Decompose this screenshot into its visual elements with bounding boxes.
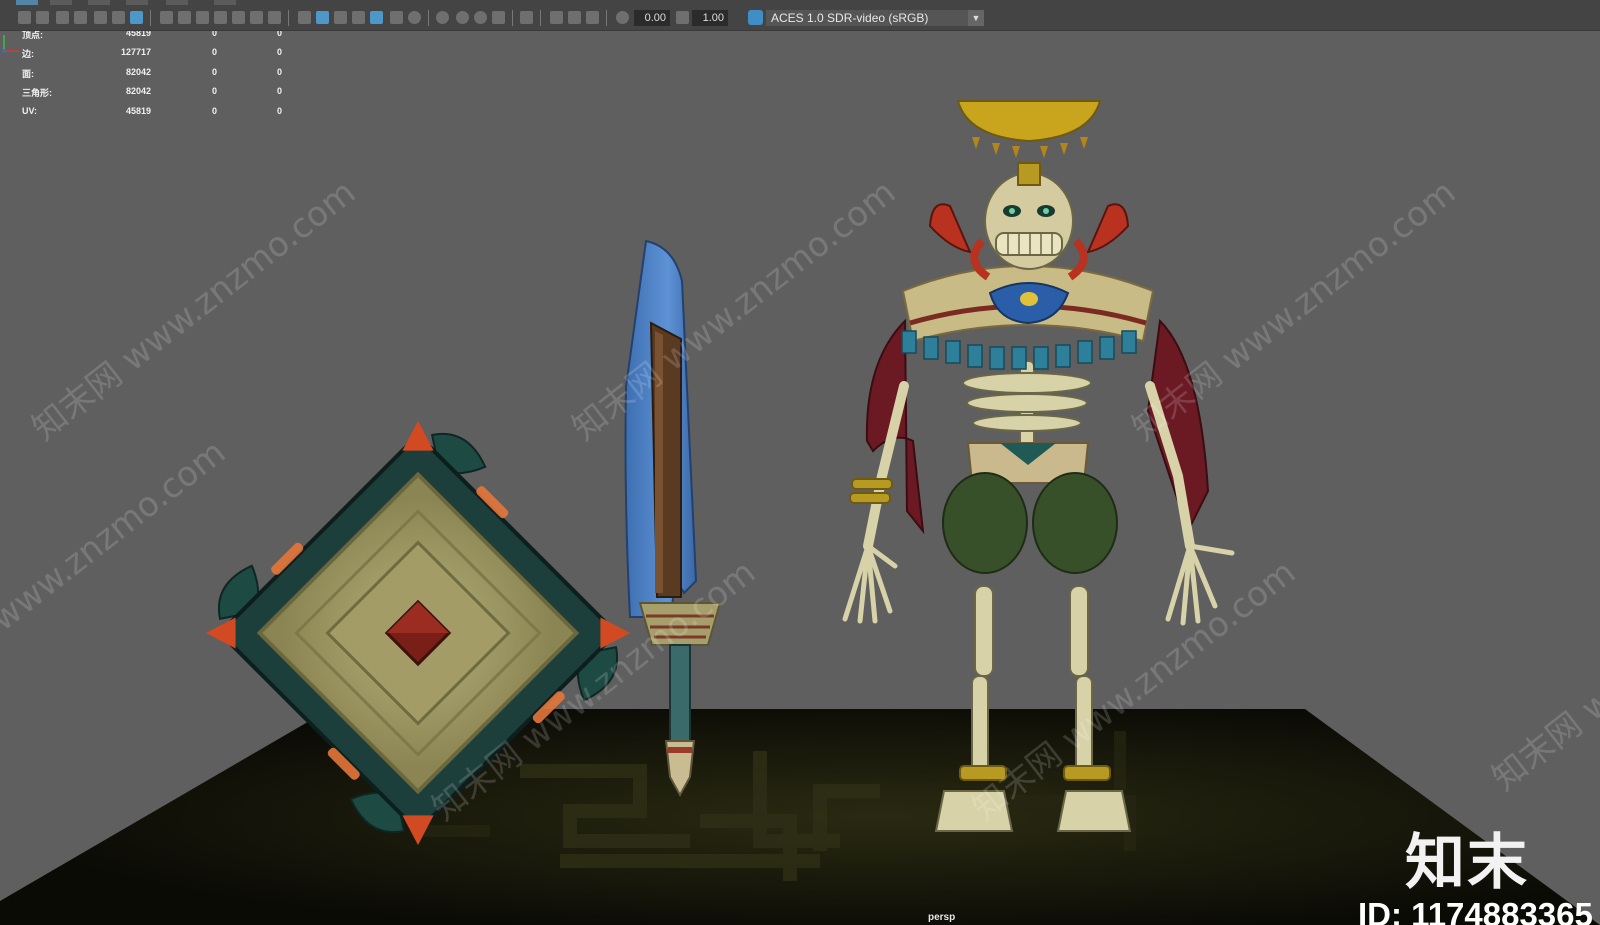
hud-triangles-row: 三角形: 82042 0 0 (22, 86, 282, 102)
hud-edges-row: 边: 127717 0 0 (22, 47, 282, 63)
lights-icon[interactable] (390, 11, 403, 24)
menu-tab-lighting[interactable] (88, 0, 110, 5)
hud-label: 三角形: (22, 88, 52, 98)
hud-label: 面: (22, 69, 34, 79)
hud-value: 0 (211, 67, 217, 77)
flat-shade-icon[interactable] (334, 11, 347, 24)
axis-gizmo-icon (2, 35, 20, 53)
select-camera-icon[interactable] (18, 11, 31, 24)
menu-tab-show[interactable] (126, 0, 148, 5)
gate-mask-icon[interactable] (214, 11, 227, 24)
floor-plane (0, 709, 1600, 925)
isolate-select-icon[interactable] (520, 11, 533, 24)
resolution-gate-icon[interactable] (196, 11, 209, 24)
ambient-occlusion-icon[interactable] (436, 11, 449, 24)
hud-value: 45819 (125, 31, 151, 38)
film-gate-icon[interactable] (178, 11, 191, 24)
safe-action-icon[interactable] (250, 11, 263, 24)
exposure-field[interactable]: 0.00 (634, 10, 670, 26)
shadows-icon[interactable] (408, 11, 421, 24)
menu-tab-view[interactable] (16, 0, 38, 5)
menu-tab-renderer[interactable] (166, 0, 188, 5)
hud-label: UV: (22, 106, 38, 116)
camera-attributes-icon[interactable] (36, 11, 49, 24)
menu-tab-shading[interactable] (50, 0, 72, 5)
xray-icon[interactable] (550, 11, 563, 24)
hud-value: 0 (211, 31, 217, 38)
toolbar-divider (512, 10, 513, 26)
hud-value: 0 (211, 47, 217, 57)
xray-components-icon[interactable] (586, 11, 599, 24)
depth-of-field-icon[interactable] (492, 11, 505, 24)
viewport-toolbar: 0.00 1.00 ACES 1.0 SDR-video (sRGB) ▼ (0, 6, 1600, 31)
camera-name-label: persp (928, 912, 956, 923)
textured-icon[interactable] (370, 11, 383, 24)
2d-pan-zoom-icon[interactable] (94, 11, 107, 24)
grid-icon[interactable] (160, 11, 173, 24)
wireframe-on-shaded-icon[interactable] (352, 11, 365, 24)
view-transform-select[interactable]: ACES 1.0 SDR-video (sRGB) (766, 10, 984, 26)
hud-value: 127717 (120, 47, 151, 57)
hud-value: 0 (276, 106, 282, 116)
hud-value: 45819 (125, 106, 151, 116)
menu-tab-panels[interactable] (214, 0, 236, 5)
image-plane-icon[interactable] (74, 11, 87, 24)
motion-blur-icon[interactable] (456, 11, 469, 24)
bookmark-icon[interactable] (56, 11, 69, 24)
3d-viewport[interactable]: 顶点: 45819 0 0 边: 127717 0 0 面: 82042 0 0… (0, 31, 1600, 925)
toolbar-divider (150, 10, 151, 26)
pencil-tool-icon[interactable] (130, 11, 143, 24)
color-management-icon[interactable] (748, 10, 763, 25)
safe-title-icon[interactable] (268, 11, 281, 24)
hud-uv-row: UV: 45819 0 0 (22, 106, 282, 122)
gamma-field[interactable]: 1.00 (692, 10, 728, 26)
asset-id-label: ID: 1174883365 (1358, 896, 1593, 925)
grease-pencil-icon[interactable] (112, 11, 125, 24)
field-chart-icon[interactable] (232, 11, 245, 24)
exposure-icon[interactable] (616, 11, 629, 24)
hud-value: 0 (276, 47, 282, 57)
hud-value: 82042 (125, 86, 151, 96)
hud-label: 顶点: (22, 31, 43, 40)
brand-logo: 知末 (1405, 828, 1529, 898)
wireframe-icon[interactable] (298, 11, 311, 24)
hud-value: 0 (276, 67, 282, 77)
toolbar-divider (428, 10, 429, 26)
hud-vertices-row: 顶点: 45819 0 0 (22, 31, 282, 44)
toolbar-divider (288, 10, 289, 26)
hud-value: 0 (211, 86, 217, 96)
hud-faces-row: 面: 82042 0 0 (22, 67, 282, 83)
hud-value: 0 (276, 31, 282, 38)
hud-value: 82042 (125, 67, 151, 77)
gamma-icon[interactable] (676, 11, 689, 24)
smooth-shade-icon[interactable] (316, 11, 329, 24)
anti-aliasing-icon[interactable] (474, 11, 487, 24)
chevron-down-icon[interactable]: ▼ (968, 10, 984, 26)
toolbar-divider (540, 10, 541, 26)
hud-value: 0 (211, 106, 217, 116)
xray-joints-icon[interactable] (568, 11, 581, 24)
toolbar-divider (606, 10, 607, 26)
scene-render (0, 100, 1600, 925)
hud-value: 0 (276, 86, 282, 96)
